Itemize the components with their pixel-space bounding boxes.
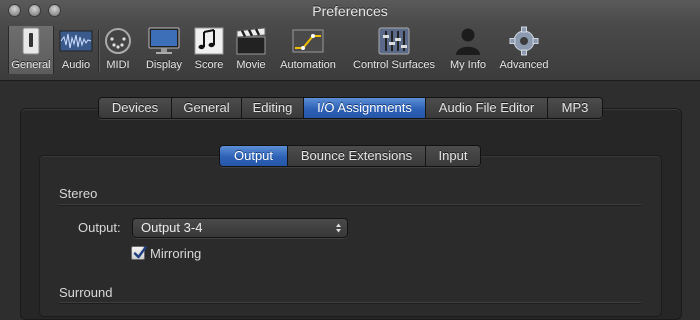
- toolbar-display[interactable]: Display: [142, 26, 186, 74]
- toolbar-score[interactable]: Score: [191, 26, 227, 74]
- tab-io-assignments[interactable]: I/O Assignments: [304, 98, 426, 118]
- window-title: Preferences: [312, 3, 388, 19]
- toolbar-audio[interactable]: Audio: [58, 26, 94, 74]
- toolbar-midi[interactable]: MIDI: [101, 26, 135, 74]
- tab-general[interactable]: General: [172, 98, 242, 118]
- toolbar-score-label: Score: [194, 59, 224, 71]
- output-popup[interactable]: Output 3-4: [132, 218, 348, 238]
- mirroring-label: Mirroring: [150, 246, 202, 261]
- tab-devices[interactable]: Devices: [99, 98, 172, 118]
- subtab-input[interactable]: Input: [426, 146, 480, 166]
- toolbar-separator: [98, 30, 100, 72]
- music-notes-icon: [194, 27, 224, 55]
- monitor-icon: [148, 27, 180, 54]
- toolbar-my-info-label: My Info: [449, 59, 487, 71]
- toolbar-automation[interactable]: Automation: [275, 26, 341, 74]
- preferences-tab-bar: Devices General Editing I/O Assignments …: [98, 97, 603, 119]
- output-label: Output:: [78, 220, 121, 235]
- tab-mp3[interactable]: MP3: [548, 98, 602, 118]
- subtab-output[interactable]: Output: [220, 146, 288, 166]
- surround-divider: [59, 302, 641, 304]
- waveform-icon: [59, 30, 93, 52]
- midi-connector-icon: [105, 28, 131, 54]
- subtab-bounce-extensions[interactable]: Bounce Extensions: [288, 146, 426, 166]
- toolbar-control-surfaces[interactable]: Control Surfaces: [348, 26, 440, 74]
- toolbar-automation-label: Automation: [280, 59, 336, 71]
- gear-icon: [509, 26, 539, 56]
- surround-section-heading: Surround: [59, 285, 113, 300]
- toolbar-movie[interactable]: Movie: [233, 26, 269, 74]
- checkmark-icon: [133, 246, 147, 259]
- toolbar-display-label: Display: [145, 59, 183, 71]
- window-titlebar: Preferences General Audio MIDI Display S…: [0, 0, 700, 81]
- stereo-section-heading: Stereo: [59, 186, 98, 201]
- io-subtab-bar: Output Bounce Extensions Input: [219, 145, 481, 167]
- tab-audio-file-editor[interactable]: Audio File Editor: [426, 98, 548, 118]
- clapperboard-icon: [236, 27, 266, 55]
- stereo-divider: [59, 204, 641, 206]
- toolbar-audio-label: Audio: [61, 59, 91, 71]
- automation-curve-icon: [292, 29, 324, 53]
- faders-icon: [378, 27, 410, 55]
- toolbar-movie-label: Movie: [236, 59, 266, 71]
- toolbar-advanced-label: Advanced: [499, 59, 549, 71]
- toolbar-advanced[interactable]: Advanced: [496, 26, 552, 74]
- toolbar-midi-label: MIDI: [106, 59, 130, 71]
- mirroring-checkbox[interactable]: [131, 246, 147, 260]
- switch-icon: [22, 27, 40, 55]
- tab-editing[interactable]: Editing: [242, 98, 304, 118]
- toolbar-general[interactable]: General: [8, 26, 54, 74]
- output-popup-value: Output 3-4: [141, 220, 203, 235]
- person-icon: [456, 28, 480, 55]
- popup-arrows-icon: [336, 223, 341, 233]
- toolbar-general-label: General: [11, 59, 51, 71]
- toolbar-my-info[interactable]: My Info: [447, 26, 489, 74]
- toolbar-control-surfaces-label: Control Surfaces: [353, 59, 435, 71]
